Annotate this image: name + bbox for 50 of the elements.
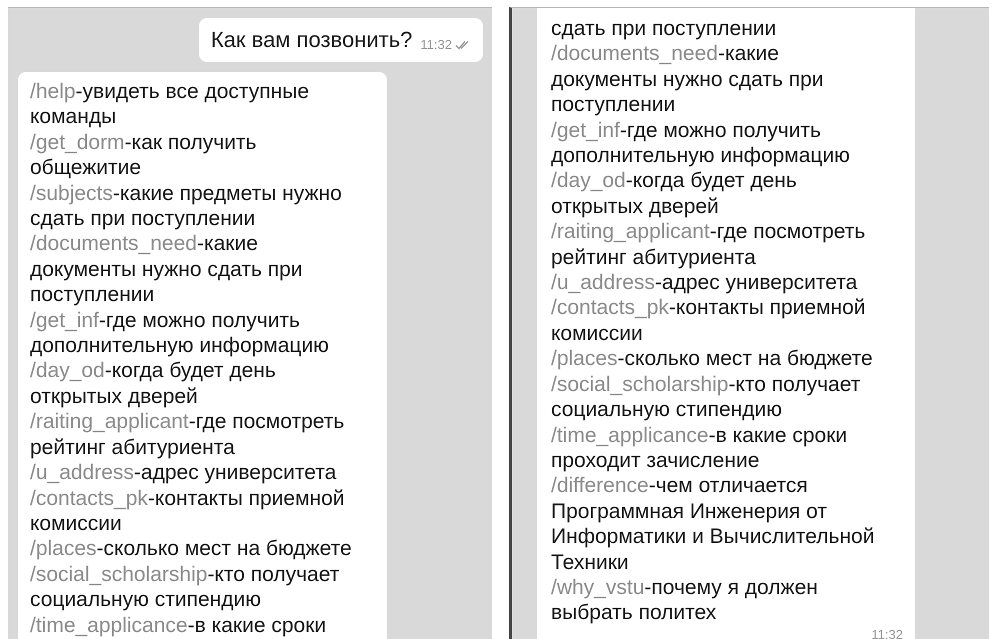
command-link[interactable]: /help bbox=[30, 80, 76, 103]
command-link[interactable]: /time_applicance bbox=[551, 424, 709, 446]
message-text: Как вам позвонить? bbox=[210, 27, 412, 53]
command-link[interactable]: /get_dorm bbox=[30, 130, 125, 154]
command-entry: /difference-чем отличается Программная Инженерия от Информатики и Вычислительной Техники bbox=[551, 473, 876, 575]
command-entry: /why_vstu-почему я должен выбрать политех bbox=[551, 574, 819, 626]
command-link[interactable]: /difference bbox=[551, 474, 649, 498]
command-entry: /documents_need-какие документы нужно сдать при поступлении bbox=[30, 231, 304, 308]
command-link[interactable]: /contacts_pk bbox=[551, 296, 669, 320]
command-entry: /raiting_applicant-где посмотреть рейтинг абитуриента bbox=[30, 409, 346, 460]
command-link[interactable]: /day_od bbox=[551, 169, 626, 192]
command-link[interactable]: /social_scholarship bbox=[30, 562, 208, 586]
command-link[interactable]: /u_address bbox=[30, 461, 134, 484]
command-link[interactable]: /places bbox=[551, 347, 618, 370]
command-entry: /documents_need-какие документы нужно сдать при поступлении bbox=[551, 41, 825, 118]
command-entry: /day_od-когда будет день открытых дверей bbox=[30, 358, 277, 410]
command-entry: /u_address-адрес университета bbox=[551, 270, 858, 296]
command-link[interactable]: /contacts_pk bbox=[30, 486, 148, 510]
command-entry: сдать при поступлении bbox=[551, 16, 778, 42]
command-link[interactable]: /social_scholarship bbox=[551, 372, 728, 396]
command-entry: /subjects-какие предметы нужно сдать при поступлении bbox=[30, 180, 343, 232]
command-entry: /time_applicance-в какие сроки проходит зачисление bbox=[551, 422, 848, 474]
command-link[interactable]: /why_vstu bbox=[551, 576, 644, 599]
command-entry: /social_scholarship-кто получает социальную стипендию bbox=[551, 372, 862, 422]
command-entry: /get_inf-где можно получить дополнительную информацию bbox=[551, 118, 851, 168]
command-entry: /places-сколько мест на бюджете bbox=[30, 536, 353, 562]
command-entry: /raiting_applicant-где посмотреть рейтинг абитуриента bbox=[551, 219, 866, 270]
command-entry: /u_address-адрес университета bbox=[30, 460, 338, 486]
command-entry: /day_od-когда будет день открытых дверей bbox=[551, 168, 798, 220]
command-link[interactable]: /get_inf bbox=[30, 308, 99, 332]
command-link[interactable]: /get_inf bbox=[551, 118, 620, 142]
command-entry: /contacts_pk-контакты приемной комиссии bbox=[551, 295, 867, 346]
command-link[interactable]: /u_address bbox=[551, 271, 655, 294]
command-link[interactable]: /documents_need bbox=[30, 232, 197, 256]
command-link[interactable]: /places bbox=[30, 537, 97, 560]
command-link[interactable]: /day_od bbox=[30, 359, 105, 382]
command-link[interactable]: /time_applicance bbox=[30, 614, 188, 637]
command-link[interactable]: /raiting_applicant bbox=[30, 410, 189, 434]
command-link[interactable]: /documents_need bbox=[551, 42, 718, 66]
command-entry: /get_dorm-как получить общежитие bbox=[30, 130, 258, 181]
command-entry: /help-увидеть все доступные команды bbox=[30, 79, 310, 130]
message-time: 11:32 bbox=[420, 37, 452, 52]
command-entry: /social_scholarship-кто получает социальную стипендию bbox=[30, 562, 340, 613]
message-time: 11:32 bbox=[871, 626, 903, 639]
command-link[interactable]: /raiting_applicant bbox=[551, 220, 710, 244]
command-link[interactable]: /subjects bbox=[30, 182, 113, 205]
command-entry: /get_inf-где можно получить дополнительную информацию bbox=[30, 308, 330, 358]
command-entry: /places-сколько мест на бюджете bbox=[551, 346, 874, 372]
command-entry: /contacts_pk-контакты приемной комиссии bbox=[30, 486, 346, 536]
command-entry: /time_applicance-в какие сроки bbox=[30, 612, 328, 638]
